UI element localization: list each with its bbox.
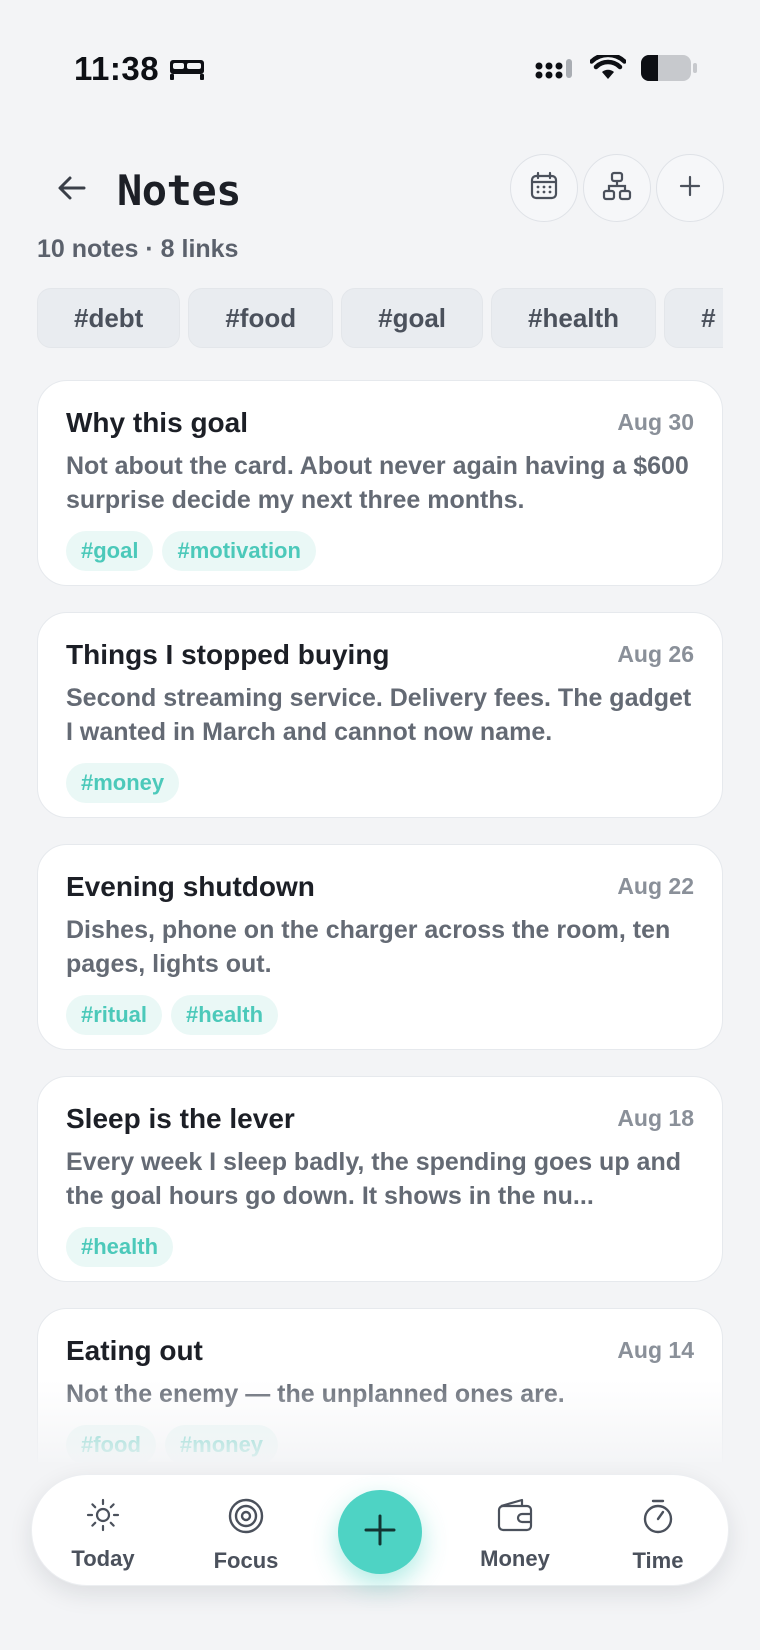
stopwatch-icon bbox=[640, 1497, 676, 1540]
plus-icon bbox=[678, 174, 702, 203]
note-date: Aug 22 bbox=[617, 873, 694, 899]
graph-icon bbox=[602, 171, 632, 206]
sun-icon bbox=[85, 1497, 121, 1538]
note-tag[interactable]: #money bbox=[164, 1425, 279, 1462]
notes-summary: 10 notes · 8 links bbox=[37, 235, 239, 263]
note-date: Aug 26 bbox=[617, 641, 694, 667]
back-button[interactable] bbox=[50, 168, 94, 212]
tab-money[interactable]: Money bbox=[465, 1497, 565, 1572]
status-bar: 11:38 bbox=[0, 0, 760, 140]
target-icon bbox=[227, 1497, 265, 1540]
note-tag[interactable]: #money bbox=[66, 763, 180, 803]
note-tag[interactable]: #food bbox=[66, 1425, 156, 1462]
status-time: 11:38 bbox=[74, 50, 160, 87]
battery-icon bbox=[640, 54, 698, 87]
note-tag[interactable]: #ritual bbox=[66, 995, 163, 1035]
note-card[interactable]: Things I stopped buying Aug 26 Second st… bbox=[37, 612, 723, 818]
note-card[interactable]: Evening shutdown Aug 22 Dishes, phone on… bbox=[37, 844, 723, 1050]
tab-label: Focus bbox=[213, 1548, 279, 1573]
tag-filter-chip[interactable]: # bbox=[664, 288, 723, 348]
note-tag[interactable]: #health bbox=[171, 995, 279, 1035]
notes-list: Why this goal Aug 30 Not about the card.… bbox=[37, 380, 723, 1462]
tag-filter-chip[interactable]: #debt bbox=[37, 288, 181, 348]
wallet-icon bbox=[496, 1497, 534, 1538]
note-tags: #health bbox=[66, 1227, 694, 1267]
header-actions bbox=[510, 154, 724, 222]
quick-add-button[interactable] bbox=[338, 1490, 422, 1574]
wifi-icon bbox=[589, 52, 627, 86]
tab-time[interactable]: Time bbox=[608, 1497, 708, 1574]
note-title: Why this goal bbox=[66, 407, 248, 438]
cellular-signal-icon bbox=[534, 55, 576, 86]
tag-filter-chip[interactable]: #food bbox=[188, 288, 334, 348]
note-date: Aug 14 bbox=[617, 1337, 694, 1363]
note-tags: #ritual #health bbox=[66, 995, 694, 1035]
tab-focus[interactable]: Focus bbox=[196, 1497, 296, 1574]
tag-filter-chip[interactable]: #health bbox=[491, 288, 657, 348]
note-card[interactable]: Why this goal Aug 30 Not about the card.… bbox=[37, 380, 723, 586]
tab-label: Money bbox=[480, 1546, 550, 1571]
note-card[interactable]: Sleep is the lever Aug 18 Every week I s… bbox=[37, 1076, 723, 1282]
note-date: Aug 30 bbox=[617, 409, 694, 435]
tab-today[interactable]: Today bbox=[53, 1497, 153, 1572]
note-card[interactable]: Eating out Aug 14 Not the enemy — the un… bbox=[37, 1308, 723, 1462]
note-body: Not the enemy — the unplanned ones are. bbox=[66, 1380, 565, 1408]
note-body: Not about the card. About never again ha… bbox=[66, 452, 689, 514]
tab-label: Time bbox=[632, 1548, 684, 1573]
calendar-icon bbox=[529, 171, 559, 206]
note-tag[interactable]: #goal bbox=[66, 531, 154, 571]
page-title: Notes bbox=[117, 166, 241, 215]
note-title: Sleep is the lever bbox=[66, 1103, 295, 1134]
note-tags: #money bbox=[66, 763, 694, 803]
tab-label: Today bbox=[71, 1546, 135, 1571]
calendar-button[interactable] bbox=[510, 154, 578, 222]
plus-icon bbox=[363, 1513, 397, 1552]
bed-icon bbox=[169, 57, 205, 81]
add-note-button[interactable] bbox=[656, 154, 724, 222]
note-date: Aug 18 bbox=[617, 1105, 694, 1131]
note-tags: #food #money bbox=[66, 1425, 694, 1462]
header: Notes bbox=[0, 150, 760, 230]
tag-filter-bar[interactable]: #debt #food #goal #health # bbox=[37, 288, 723, 350]
note-title: Things I stopped buying bbox=[66, 639, 390, 670]
graph-view-button[interactable] bbox=[583, 154, 651, 222]
note-title: Evening shutdown bbox=[66, 871, 315, 902]
note-body: Every week I sleep badly, the spending g… bbox=[66, 1148, 681, 1210]
note-title: Eating out bbox=[66, 1335, 203, 1366]
note-body: Dishes, phone on the charger across the … bbox=[66, 916, 671, 978]
note-body: Second streaming service. Delivery fees.… bbox=[66, 684, 692, 746]
note-tags: #goal #motivation bbox=[66, 531, 694, 571]
note-tag[interactable]: #health bbox=[66, 1227, 174, 1267]
note-tag[interactable]: #motivation bbox=[162, 531, 316, 571]
arrow-left-icon bbox=[56, 174, 88, 207]
system-icons bbox=[534, 52, 698, 87]
tag-filter-chip[interactable]: #goal bbox=[341, 288, 484, 348]
status-time-group: 11:38 bbox=[74, 50, 205, 88]
